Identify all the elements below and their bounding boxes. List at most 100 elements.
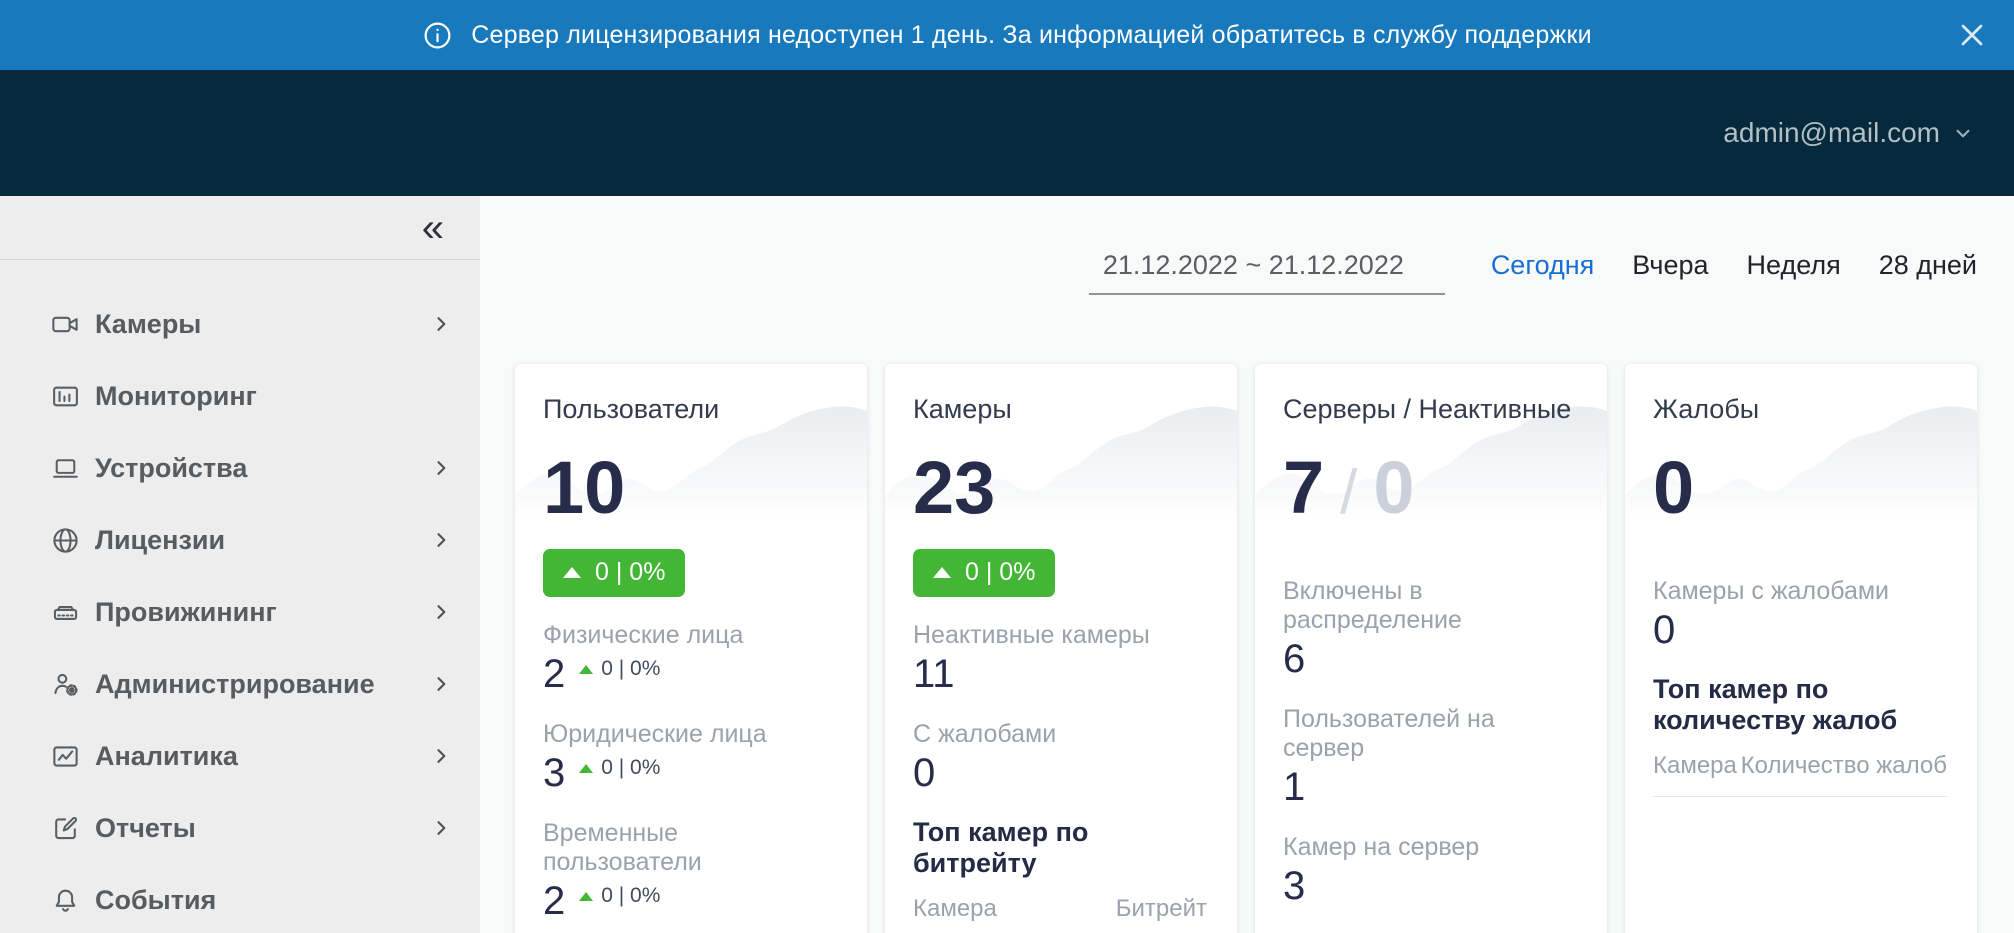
top-table-title: Топ камер по количеству жалоб (1653, 674, 1947, 736)
stat-users-1: Юридические лица3 0 | 0% (543, 720, 837, 795)
info-icon (422, 20, 453, 51)
trend-up-icon (579, 892, 593, 901)
licenses-icon (50, 525, 81, 556)
filter-row: 21.12.2022 ~ 21.12.2022 Сегодня Вчера Неде… (515, 248, 1977, 298)
stat-number: 0 (1653, 608, 1675, 652)
stat-servers-0: Включены в распределение6 (1283, 577, 1577, 681)
sidebar-item-administration[interactable]: Администрирование (0, 648, 480, 720)
stat-cameras-0: Неактивные камеры11 (913, 621, 1207, 696)
stat-servers-1: Пользователей на сервер1 (1283, 705, 1577, 809)
top-table-header: КамераКоличество жалоб (1653, 752, 1947, 780)
card-title: Жалобы (1653, 394, 1947, 425)
sidebar-nav: Камеры Мониторинг Устройства Лицензии Провиж… (0, 260, 480, 933)
stat-value-row: 0 (913, 751, 1207, 795)
stat-label: Пользователей на сервер (1283, 705, 1577, 763)
sidebar-collapse-button[interactable]: « (416, 208, 450, 248)
stat-trend-text: 0 | 0% (601, 657, 660, 681)
stat-label: Физические лица (543, 621, 837, 650)
stat-label: Камер на сервер (1283, 833, 1577, 862)
column-header: Битрейт (1116, 895, 1207, 923)
stat-number: 2 (543, 652, 565, 696)
trend-up-icon (579, 665, 593, 674)
stat-number: 11 (913, 652, 955, 696)
sidebar-item-monitoring[interactable]: Мониторинг (0, 360, 480, 432)
sidebar-item-label: Провижининг (95, 597, 430, 628)
account-menu[interactable]: admin@mail.com (1723, 117, 1976, 149)
close-icon (1954, 17, 1990, 53)
sidebar-item-licenses[interactable]: Лицензии (0, 504, 480, 576)
sidebar-item-provisioning[interactable]: Провижининг (0, 576, 480, 648)
events-icon (50, 885, 81, 916)
sidebar-item-label: Устройства (95, 453, 430, 484)
stat-number: 3 (543, 751, 565, 795)
analytics-icon (50, 741, 81, 772)
stat-users-2: Временные пользователи20 | 0% (543, 819, 837, 923)
stat-value-row: 1 (1283, 765, 1577, 809)
stat-number: 6 (1283, 637, 1305, 681)
column-header: Количество жалоб (1741, 752, 1947, 780)
trend-up-icon (933, 567, 951, 578)
chevron-right-icon (430, 745, 452, 767)
trend-badge-text: 0 | 0% (965, 558, 1035, 587)
sidebar-item-label: Камеры (95, 309, 430, 340)
sidebar-item-devices[interactable]: Устройства (0, 432, 480, 504)
date-range-input[interactable]: 21.12.2022 ~ 21.12.2022 (1089, 248, 1445, 295)
card-value-primary: 10 (543, 451, 625, 525)
card-value: 0 (1653, 451, 1947, 525)
stat-trend-badge: 0 | 0% (579, 657, 660, 681)
card-title: Камеры (913, 394, 1207, 425)
chevron-right-icon (430, 817, 452, 839)
stat-trend-text: 0 | 0% (601, 884, 660, 908)
sidebar-top: « (0, 196, 480, 260)
monitoring-icon (50, 381, 81, 412)
tab-yesterday[interactable]: Вчера (1632, 250, 1708, 281)
stat-label: Включены в распределение (1283, 577, 1577, 635)
stat-value-row: 3 0 | 0% (543, 751, 837, 795)
chevron-right-icon (430, 601, 452, 623)
tab-week[interactable]: Неделя (1747, 250, 1841, 281)
chevron-right-icon (430, 457, 452, 479)
sidebar-item-reports[interactable]: Отчеты (0, 792, 480, 864)
top-table-title: Топ камер по битрейту (913, 817, 1207, 879)
tab-28-days[interactable]: 28 дней (1879, 250, 1977, 281)
period-tabs: Сегодня Вчера Неделя 28 дней (1491, 248, 1977, 281)
stat-label: Камеры с жалобами (1653, 577, 1947, 606)
stat-number: 0 (913, 751, 935, 795)
sidebar-item-label: Администрирование (95, 669, 430, 700)
trend-up-icon (579, 764, 593, 773)
banner-text: Сервер лицензирования недоступен 1 день.… (471, 21, 1592, 50)
card-value-primary: 7 (1283, 451, 1324, 525)
stat-users-0: Физические лица2 0 | 0% (543, 621, 837, 696)
card-users: Пользователи100 | 0%Физические лица20 | … (515, 364, 867, 933)
stat-label: С жалобами (913, 720, 1207, 749)
trend-up-icon (563, 567, 581, 578)
sidebar-item-camera[interactable]: Камеры (0, 288, 480, 360)
sidebar-item-analytics[interactable]: Аналитика (0, 720, 480, 792)
stat-value-row: 11 (913, 652, 1207, 696)
sidebar-item-label: Отчеты (95, 813, 430, 844)
license-banner: Сервер лицензирования недоступен 1 день.… (0, 0, 2014, 70)
stat-label: Юридические лица (543, 720, 837, 749)
sidebar-item-label: Лицензии (95, 525, 430, 556)
tab-today[interactable]: Сегодня (1491, 250, 1594, 281)
sidebar-item-events[interactable]: События (0, 864, 480, 933)
stat-value-row: 0 (1653, 608, 1947, 652)
stat-value-row: 6 (1283, 637, 1577, 681)
column-header: Камера (913, 895, 997, 923)
trend-badge: 0 | 0% (543, 549, 685, 597)
stat-trend-text: 0 | 0% (601, 756, 660, 780)
card-value: 7/0 (1283, 451, 1577, 525)
sidebar-item-label: Мониторинг (95, 381, 452, 412)
main-content: 21.12.2022 ~ 21.12.2022 Сегодня Вчера Неде… (480, 196, 2014, 933)
stat-number: 2 (543, 879, 565, 923)
stat-value-row: 3 (1283, 864, 1577, 908)
top-table-header: Камера Битрейт (913, 895, 1207, 923)
banner-close-button[interactable] (1954, 17, 1990, 53)
card-value: 10 (543, 451, 837, 525)
card-complaints: Жалобы0Камеры с жалобами0Топ камер по ко… (1625, 364, 1977, 933)
card-value: 23 (913, 451, 1207, 525)
devices-icon (50, 453, 81, 484)
collapse-icon: « (422, 206, 444, 250)
stat-trend-badge: 0 | 0% (579, 756, 660, 780)
trend-badge-text: 0 | 0% (595, 558, 665, 587)
